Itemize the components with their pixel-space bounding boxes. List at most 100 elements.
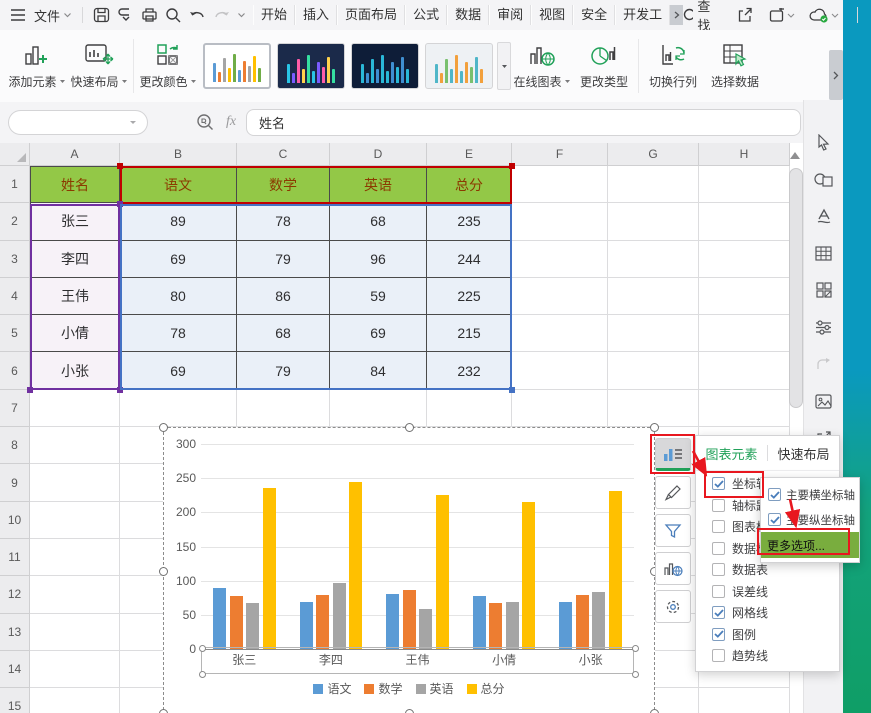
forward-arrow-icon[interactable] bbox=[813, 354, 835, 374]
row-header-13[interactable]: 13 bbox=[0, 614, 30, 651]
cell-style-blocks-icon[interactable] bbox=[813, 280, 835, 300]
save-icon[interactable] bbox=[89, 3, 113, 27]
formula-input[interactable]: 姓名 bbox=[246, 109, 801, 136]
cloud-sync-icon[interactable] bbox=[807, 3, 841, 27]
row-header-14[interactable]: 14 bbox=[0, 651, 30, 688]
bar-英语[interactable] bbox=[506, 602, 519, 649]
cell[interactable] bbox=[512, 241, 608, 278]
legend-item[interactable]: 数学 bbox=[364, 680, 402, 697]
bar-数学[interactable] bbox=[230, 596, 243, 649]
menu-tab-2[interactable]: 页面布局 bbox=[337, 5, 405, 25]
chart-resize-handle[interactable] bbox=[405, 423, 414, 432]
chart-style-thumbnail-1[interactable] bbox=[203, 43, 271, 89]
undo-icon[interactable] bbox=[185, 3, 209, 27]
menu-tab-8[interactable]: 开发工 bbox=[615, 5, 670, 25]
toolbar-more-chevron-icon[interactable] bbox=[233, 3, 249, 27]
online-chart-button[interactable]: 在线图表 bbox=[511, 34, 573, 98]
select-cursor-icon[interactable] bbox=[813, 132, 835, 152]
ribbon-expand-button[interactable] bbox=[829, 50, 843, 100]
settings-sliders-icon[interactable] bbox=[813, 317, 835, 337]
cell[interactable] bbox=[30, 651, 120, 688]
cell[interactable] bbox=[608, 241, 699, 278]
bar-总分[interactable] bbox=[609, 491, 622, 650]
checkbox-checked[interactable] bbox=[768, 488, 781, 501]
cell[interactable] bbox=[608, 390, 699, 427]
cell[interactable] bbox=[699, 352, 790, 389]
menu-tab-0[interactable]: 开始 bbox=[253, 5, 295, 25]
cell[interactable] bbox=[30, 576, 120, 613]
cell[interactable] bbox=[237, 390, 330, 427]
bar-英语[interactable] bbox=[592, 592, 605, 649]
axis-selection-handle[interactable] bbox=[199, 671, 206, 678]
chart-style-thumbnail-3[interactable] bbox=[351, 43, 419, 89]
bar-数学[interactable] bbox=[489, 603, 502, 650]
cell[interactable] bbox=[608, 166, 699, 203]
checkbox[interactable] bbox=[712, 520, 725, 533]
menu-tab-5[interactable]: 审阅 bbox=[489, 5, 531, 25]
row-header-4[interactable]: 4 bbox=[0, 278, 30, 315]
bar-总分[interactable] bbox=[263, 488, 276, 649]
chart-resize-handle[interactable] bbox=[159, 709, 168, 713]
cell[interactable] bbox=[120, 390, 237, 427]
bar-语文[interactable] bbox=[213, 588, 226, 649]
name-box[interactable] bbox=[8, 110, 148, 135]
chart-style-thumbnail-2[interactable] bbox=[277, 43, 345, 89]
axis-selection-handle[interactable] bbox=[632, 671, 639, 678]
cell[interactable] bbox=[30, 390, 120, 427]
x-axis-selection-box[interactable] bbox=[201, 647, 634, 674]
cell[interactable] bbox=[512, 203, 608, 240]
chart-resize-handle[interactable] bbox=[405, 709, 414, 713]
row-header-9[interactable]: 9 bbox=[0, 464, 30, 501]
chart-resize-handle[interactable] bbox=[159, 567, 168, 576]
cell[interactable] bbox=[608, 278, 699, 315]
column-header-A[interactable]: A bbox=[30, 143, 120, 166]
cell[interactable] bbox=[699, 390, 790, 427]
bar-总分[interactable] bbox=[349, 482, 362, 649]
menu-tab-4[interactable]: 数据 bbox=[447, 5, 489, 25]
row-header-3[interactable]: 3 bbox=[0, 241, 30, 278]
axis-selection-handle[interactable] bbox=[632, 645, 639, 652]
hamburger-menu-icon[interactable] bbox=[6, 3, 30, 27]
cell[interactable] bbox=[699, 203, 790, 240]
change-type-button[interactable]: 更改类型 bbox=[573, 34, 635, 98]
menu-tab-3[interactable]: 公式 bbox=[405, 5, 447, 25]
cell[interactable] bbox=[608, 315, 699, 352]
chart-element-item-6[interactable]: 网格线 bbox=[696, 602, 839, 624]
chart-settings-button[interactable] bbox=[655, 590, 691, 623]
cell[interactable] bbox=[512, 390, 608, 427]
cell[interactable] bbox=[330, 390, 427, 427]
bar-语文[interactable] bbox=[473, 596, 486, 649]
bar-数学[interactable] bbox=[316, 595, 329, 649]
select-all-corner[interactable] bbox=[0, 143, 30, 166]
axis-submenu-item-0[interactable]: 主要横坐标轴 bbox=[761, 482, 859, 507]
bar-语文[interactable] bbox=[559, 602, 572, 649]
cell[interactable] bbox=[608, 203, 699, 240]
cell[interactable] bbox=[512, 352, 608, 389]
column-header-D[interactable]: D bbox=[330, 143, 427, 166]
scroll-up-arrow[interactable] bbox=[790, 152, 800, 159]
legend-item[interactable]: 英语 bbox=[416, 680, 454, 697]
chart-legend[interactable]: 语文数学英语总分 bbox=[164, 680, 654, 697]
quick-layout-button[interactable]: 快速布局 bbox=[68, 34, 130, 98]
bar-数学[interactable] bbox=[576, 595, 589, 649]
checkbox-checked[interactable] bbox=[712, 628, 725, 641]
bar-英语[interactable] bbox=[333, 583, 346, 649]
bar-总分[interactable] bbox=[522, 502, 535, 649]
cell[interactable] bbox=[608, 352, 699, 389]
checkbox-checked[interactable] bbox=[712, 606, 725, 619]
table-header-cell[interactable]: 姓名 bbox=[30, 166, 120, 203]
bar-英语[interactable] bbox=[246, 603, 259, 650]
bar-语文[interactable] bbox=[300, 602, 313, 649]
new-window-icon[interactable] bbox=[767, 3, 797, 27]
cell[interactable] bbox=[512, 315, 608, 352]
checkbox[interactable] bbox=[712, 649, 725, 662]
zoom-icon[interactable] bbox=[196, 113, 214, 131]
selection-handle[interactable] bbox=[27, 387, 33, 393]
checkbox[interactable] bbox=[712, 585, 725, 598]
row-header-6[interactable]: 6 bbox=[0, 352, 30, 389]
row-header-12[interactable]: 12 bbox=[0, 576, 30, 613]
row-header-11[interactable]: 11 bbox=[0, 539, 30, 576]
wordart-icon[interactable] bbox=[813, 206, 835, 226]
select-data-button[interactable]: 选择数据 bbox=[704, 34, 766, 98]
cell[interactable] bbox=[30, 464, 120, 501]
